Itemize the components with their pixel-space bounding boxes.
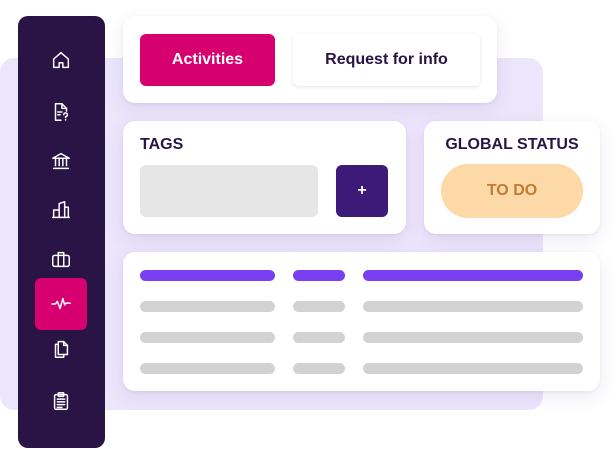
sidebar-item-clipboard[interactable] [35, 375, 87, 427]
status-badge[interactable]: TO DO [441, 164, 583, 218]
sidebar-item-home[interactable] [35, 34, 87, 86]
tags-panel: TAGS + [123, 121, 406, 234]
document-question-icon [50, 101, 72, 123]
tab-activities[interactable]: Activities [140, 34, 275, 86]
placeholder-bar [140, 301, 275, 312]
placeholder-bar [363, 363, 583, 374]
placeholder-bar [140, 363, 275, 374]
tab-bar: Activities Request for info [123, 16, 497, 103]
briefcase-icon [50, 248, 72, 270]
home-icon [50, 49, 72, 71]
buildings-icon [50, 199, 72, 221]
clipboard-icon [50, 390, 72, 412]
tags-title: TAGS [140, 136, 184, 153]
global-status-title: GLOBAL STATUS [445, 136, 579, 153]
sidebar-item-documents[interactable] [35, 86, 87, 138]
placeholder-bar [293, 301, 345, 312]
placeholder-bar [140, 332, 275, 343]
global-status-panel: GLOBAL STATUS TO DO [424, 121, 600, 234]
placeholder-bar [293, 332, 345, 343]
add-tag-button[interactable]: + [336, 165, 388, 217]
header-bar [293, 270, 345, 281]
sidebar-item-buildings[interactable] [35, 184, 87, 236]
activity-table [123, 252, 600, 391]
sidebar-item-files[interactable] [35, 323, 87, 375]
tab-request-for-info[interactable]: Request for info [293, 34, 480, 86]
activity-pulse-icon [50, 293, 72, 315]
sidebar [18, 16, 105, 448]
header-bar [363, 270, 583, 281]
copy-files-icon [50, 338, 72, 360]
bank-icon [50, 150, 72, 172]
placeholder-bar [363, 332, 583, 343]
tags-input[interactable] [140, 165, 318, 217]
sidebar-item-bank[interactable] [35, 135, 87, 187]
header-bar [140, 270, 275, 281]
placeholder-bar [293, 363, 345, 374]
placeholder-bar [363, 301, 583, 312]
